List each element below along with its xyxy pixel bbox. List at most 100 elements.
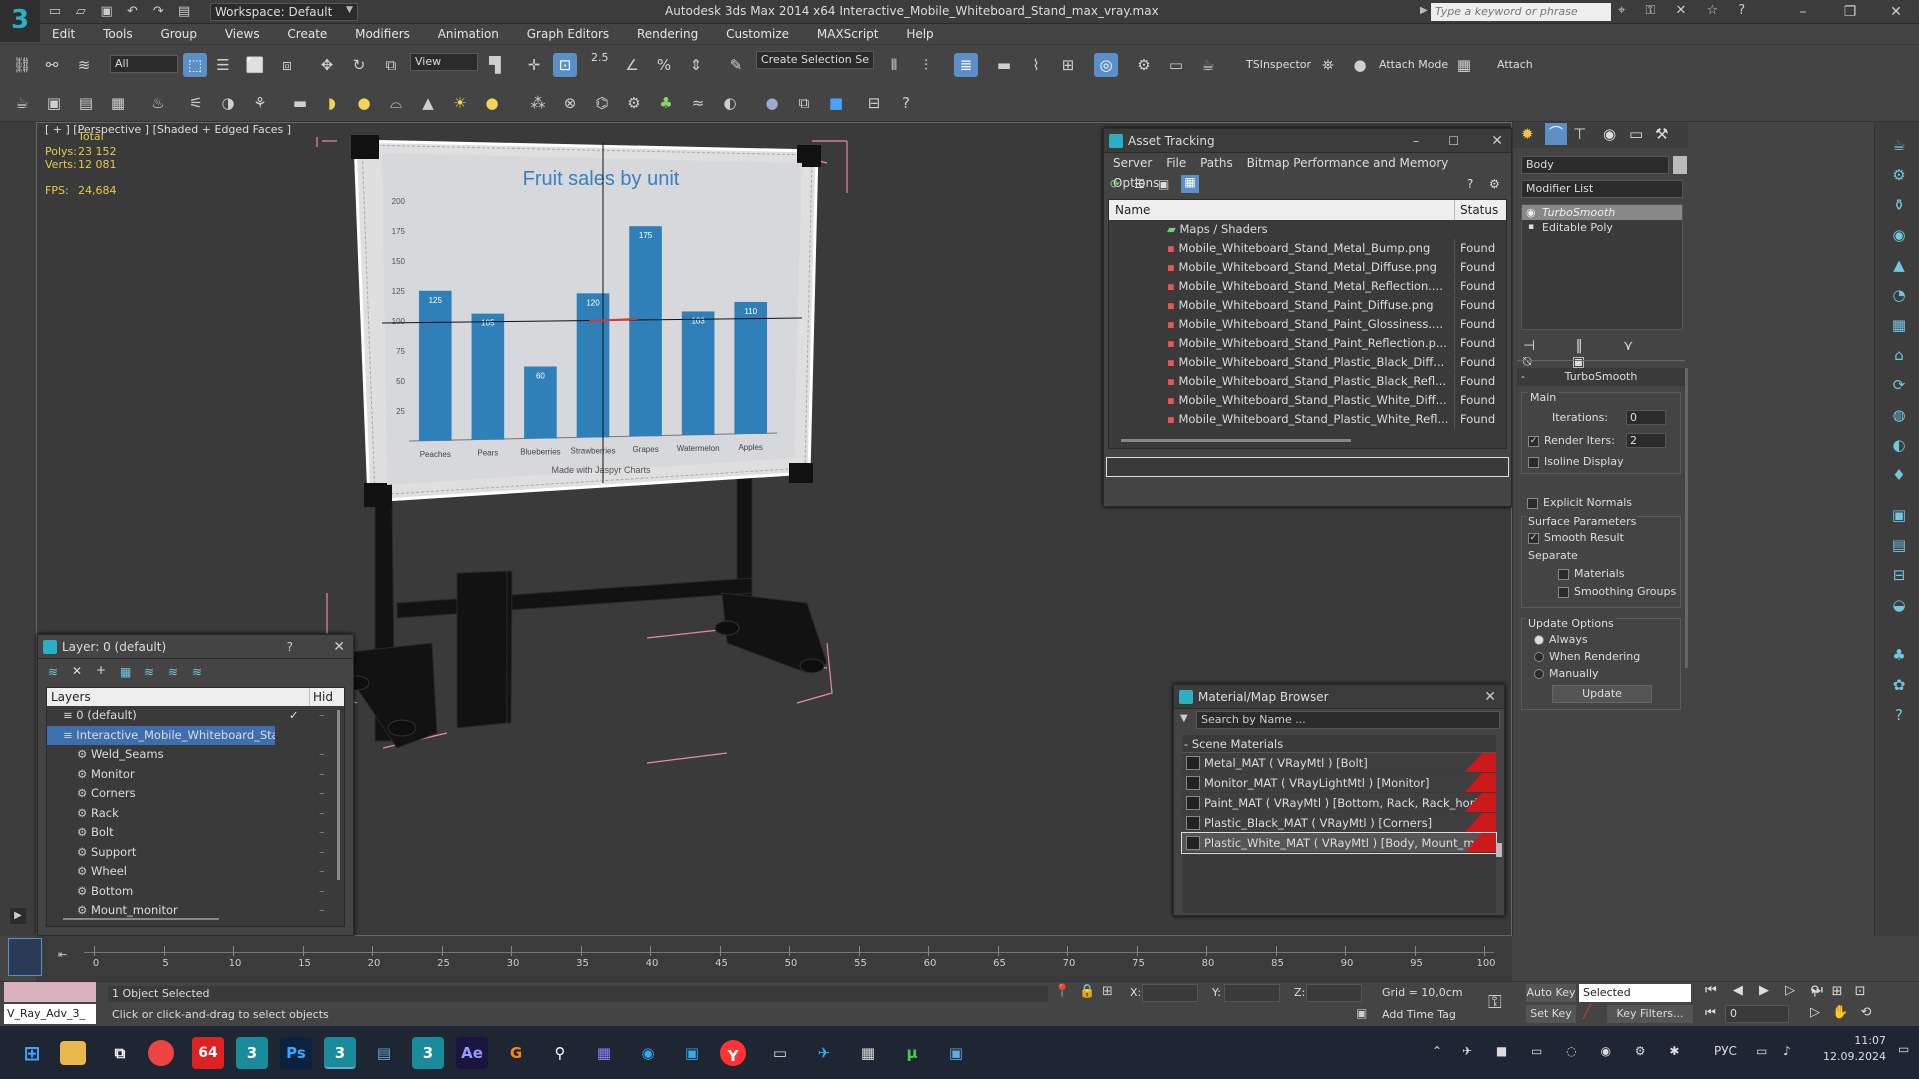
hierarchy-tab-icon[interactable]: ⊤ — [1573, 125, 1586, 143]
scatter-icon[interactable]: ⁂ — [526, 91, 550, 115]
toggle-icon[interactable]: ⊟ — [1889, 566, 1909, 586]
set-key-button[interactable]: Set Key — [1526, 1005, 1576, 1023]
render-setup-icon[interactable]: ⚙ — [1132, 53, 1156, 77]
3dsmax-2-icon[interactable]: 3 — [412, 1037, 444, 1069]
create-layer-icon[interactable]: ≋ — [48, 665, 58, 679]
vray-tools-icon[interactable]: ⊟ — [862, 91, 886, 115]
layer-row[interactable]: ⚙ Weld_Seams – — [47, 745, 344, 765]
material-editor-icon[interactable]: ◎ — [1094, 53, 1118, 77]
always-radio-dot[interactable] — [1534, 635, 1544, 645]
smooth-result-check[interactable]: ✓ — [1528, 532, 1539, 544]
plant-icon[interactable]: ♣ — [654, 91, 678, 115]
layer-row[interactable]: ⚙ Bolt – — [47, 823, 344, 843]
displacement-icon[interactable]: ⚘ — [248, 91, 272, 115]
freeze-all-icon[interactable]: ≋ — [192, 665, 202, 679]
search-app-icon[interactable]: ⚲ — [544, 1037, 576, 1069]
vfb-icon[interactable]: ▦ — [106, 91, 130, 115]
thumbnail-view-icon[interactable]: ▣ — [1158, 177, 1169, 191]
asset-row[interactable]: ▪ Mobile_Whiteboard_Stand_Paint_Diffuse.… — [1109, 296, 1506, 315]
scene-converter-icon[interactable]: ■ — [824, 91, 848, 115]
paint-icon[interactable]: ◐ — [1889, 436, 1909, 456]
layer-row[interactable]: ⚙ Support – — [47, 843, 344, 863]
clock-date[interactable]: 12.09.2024 — [1812, 1050, 1886, 1063]
asset-row[interactable]: ▪ Mobile_Whiteboard_Stand_Paint_Reflecti… — [1109, 334, 1506, 353]
teapot-icon[interactable]: ☕ — [1889, 136, 1909, 156]
asset-row[interactable]: ▪ Mobile_Whiteboard_Stand_Paint_Glossine… — [1109, 315, 1506, 334]
render-icon[interactable]: ▣ — [42, 91, 66, 115]
checker-icon[interactable]: ▦ — [1452, 53, 1476, 77]
render-iters-check[interactable]: ✓ — [1528, 435, 1539, 447]
time-slider[interactable] — [8, 938, 42, 976]
key-filter-icon[interactable]: ╱ — [1583, 1005, 1591, 1020]
rendered-frame-window-icon[interactable]: ▭ — [1164, 53, 1188, 77]
iterations-spinner[interactable]: 0 — [1626, 410, 1666, 425]
mirror-icon[interactable]: ⫴ — [882, 53, 906, 77]
hide-toggle[interactable]: – — [319, 706, 325, 725]
manually-radio[interactable]: Manually — [1534, 667, 1599, 680]
close-icon[interactable]: ✕ — [333, 635, 345, 659]
fur-icon[interactable]: ◑ — [216, 91, 240, 115]
render-window-icon[interactable]: ▤ — [1889, 536, 1909, 556]
render-iters-checkbox[interactable]: ✓ Render Iters: — [1528, 434, 1615, 447]
camera-icon[interactable]: ⌬ — [590, 91, 614, 115]
sphere-icon[interactable]: ◔ — [1889, 286, 1909, 306]
bind-space-warp-icon[interactable]: ≋ — [72, 53, 96, 77]
utorrent-icon[interactable]: μ — [896, 1037, 928, 1069]
materials-checkbox[interactable]: Materials — [1558, 567, 1624, 580]
go-to-start-icon[interactable]: ⏮ — [1705, 1005, 1716, 1020]
help-icon[interactable]: ? — [894, 91, 918, 115]
photoshop-icon[interactable]: Ps — [280, 1037, 312, 1069]
project-folder-icon[interactable]: ▤ — [175, 4, 193, 20]
search-input[interactable]: Type a keyword or phrase — [1431, 3, 1611, 21]
frame-buffer-icon[interactable]: ▤ — [74, 91, 98, 115]
time-config-icon[interactable]: ⇤ — [58, 948, 67, 961]
undo-icon[interactable]: ↶ — [123, 4, 141, 20]
lock-icon[interactable]: 🔒 — [1079, 984, 1095, 999]
stack-item-turbosmooth[interactable]: ◉ TurboSmooth — [1522, 205, 1682, 220]
current-frame-field[interactable]: 0 — [1725, 1005, 1789, 1023]
menu-customize[interactable]: Customize — [714, 24, 801, 44]
modifier-list-dropdown[interactable]: Modifier List — [1521, 180, 1683, 198]
tray-icons[interactable]: ✈ ■ ▭ ◌ ◉ ⚙ ✱ — [1462, 1044, 1689, 1058]
asset-row[interactable]: ▪ Mobile_Whiteboard_Stand_Metal_Bump.png… — [1109, 239, 1506, 258]
vertical-scrollbar[interactable] — [337, 710, 340, 880]
calculator-icon[interactable]: ▦ — [852, 1037, 884, 1069]
viewport-nav-icons-bottom[interactable]: ▷ ✋ ⟲ — [1810, 1005, 1875, 1020]
minimize-button[interactable]: – — [1413, 129, 1419, 153]
close-button[interactable]: ✕ — [1878, 2, 1914, 22]
manipulate-icon[interactable]: ✛ — [522, 53, 546, 77]
sphere-light-icon[interactable]: ● — [352, 91, 376, 115]
select-layer-icon[interactable]: ▦ — [120, 665, 131, 679]
material-sphere-icon[interactable]: ● — [760, 91, 784, 115]
x-coordinate-field[interactable] — [1142, 984, 1198, 1002]
box-app-icon[interactable]: ▣ — [676, 1037, 708, 1069]
mesh-export-icon[interactable]: ⊗ — [558, 91, 582, 115]
align-icon[interactable]: ⫶ — [914, 53, 938, 77]
help-icon[interactable]: ? — [287, 635, 293, 659]
turbosmooth-rollout-title[interactable]: - TurboSmooth — [1517, 368, 1685, 386]
scene-materials-header[interactable]: - Scene Materials — [1182, 735, 1496, 753]
chevron-down-icon[interactable]: ▼ — [346, 5, 353, 15]
isoline-display-checkbox[interactable]: Isoline Display — [1528, 455, 1624, 468]
asset-row[interactable]: ▪ Mobile_Whiteboard_Stand_Plastic_Black_… — [1109, 372, 1506, 391]
menu-server[interactable]: Server — [1108, 156, 1157, 170]
when-rendering-radio[interactable]: When Rendering — [1534, 650, 1640, 663]
plant-icon[interactable]: ♣ — [1889, 646, 1909, 666]
auto-key-button[interactable]: Auto Key — [1526, 984, 1576, 1002]
hide-toggle[interactable]: – — [319, 843, 325, 862]
panel-scrollbar[interactable] — [1685, 368, 1688, 668]
column-name[interactable]: Name — [1109, 203, 1150, 217]
menu-views[interactable]: Views — [213, 24, 272, 44]
ambient-light-icon[interactable]: ● — [480, 91, 504, 115]
menu-paths[interactable]: Paths — [1195, 156, 1238, 170]
telegram-icon[interactable]: ✈ — [808, 1037, 840, 1069]
active-layer-check-icon[interactable]: ✓ — [289, 706, 299, 725]
menu-help[interactable]: Help — [894, 24, 945, 44]
key-filters-button[interactable]: Key Filters... — [1607, 1005, 1693, 1023]
clipper-icon[interactable]: ⚙ — [622, 91, 646, 115]
object-color-swatch[interactable] — [1673, 156, 1687, 174]
asset-row[interactable]: ▪ Mobile_Whiteboard_Stand_Plastic_White_… — [1109, 391, 1506, 410]
material-row[interactable]: Plastic_Black_MAT ( VRayMtl ) [Corners] — [1182, 813, 1496, 833]
z-coordinate-field[interactable] — [1306, 984, 1362, 1002]
save-icon[interactable]: ▣ — [98, 4, 116, 20]
